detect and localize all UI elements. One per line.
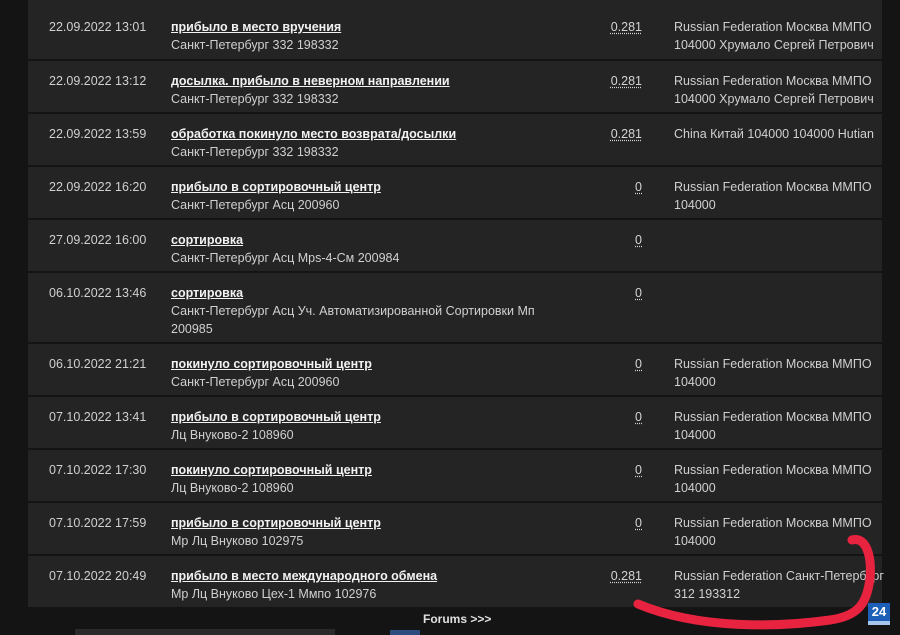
row-weight[interactable]: 0: [588, 514, 642, 532]
row-place: Санкт-Петербург 332 198332: [171, 38, 339, 52]
table-row: 22.09.2022 13:01 прибыло в место вручени…: [28, 0, 882, 61]
row-date: 07.10.2022 13:41: [49, 410, 147, 424]
row-status-link[interactable]: прибыло в сортировочный центр: [171, 178, 381, 196]
counter-badge[interactable]: 24: [868, 603, 890, 625]
row-weight[interactable]: 0: [588, 461, 642, 479]
table-row: 06.10.2022 21:21 покинуло сортировочный …: [28, 344, 882, 397]
table-row: 22.09.2022 13:12 досылка. прибыло в неве…: [28, 61, 882, 114]
row-destination: Russian Federation Москва ММПО 104000: [674, 180, 872, 212]
row-status-link[interactable]: обработка покинуло место возврата/досылк…: [171, 125, 456, 143]
row-destination: Russian Federation Москва ММПО 104000: [674, 463, 872, 495]
row-date: 22.09.2022 16:20: [49, 180, 147, 194]
row-destination: China Китай 104000 104000 Hutian: [674, 127, 874, 141]
row-status-cell: прибыло в сортировочный центр Мр Лц Внук…: [171, 514, 571, 550]
row-weight[interactable]: 0: [588, 355, 642, 373]
row-status-cell: покинуло сортировочный центр Санкт-Петер…: [171, 355, 571, 391]
row-place: Санкт-Петербург Асц 200960: [171, 375, 340, 389]
table-row: 22.09.2022 13:59 обработка покинуло мест…: [28, 114, 882, 167]
table-row: 22.09.2022 16:20 прибыло в сортировочный…: [28, 167, 882, 220]
row-destination: Russian Federation Москва ММПО 104000 Хр…: [674, 74, 874, 106]
row-status-cell: покинуло сортировочный центр Лц Внуково-…: [171, 461, 571, 497]
row-place: Лц Внуково-2 108960: [171, 481, 294, 495]
row-status-cell: обработка покинуло место возврата/досылк…: [171, 125, 571, 161]
row-status-cell: прибыло в место вручения Санкт-Петербург…: [171, 18, 571, 54]
table-row: 07.10.2022 17:59 прибыло в сортировочный…: [28, 503, 882, 556]
row-place: Санкт-Петербург Асц Уч. Автоматизированн…: [171, 304, 535, 336]
row-date: 07.10.2022 17:59: [49, 516, 147, 530]
row-place: Санкт-Петербург Асц Mps-4-См 200984: [171, 251, 400, 265]
row-status-cell: прибыло в сортировочный центр Санкт-Пете…: [171, 178, 571, 214]
row-date: 22.09.2022 13:59: [49, 127, 147, 141]
tracking-table: 22.09.2022 13:01 прибыло в место вручени…: [28, 0, 884, 609]
row-date: 22.09.2022 13:12: [49, 74, 147, 88]
row-place: Санкт-Петербург 332 198332: [171, 145, 339, 159]
table-row: 07.10.2022 17:30 покинуло сортировочный …: [28, 450, 882, 503]
row-weight[interactable]: 0: [588, 284, 642, 302]
row-status-link[interactable]: покинуло сортировочный центр: [171, 355, 372, 373]
row-date: 22.09.2022 13:01: [49, 20, 147, 34]
row-status-link[interactable]: сортировка: [171, 284, 243, 302]
row-destination: Russian Federation Санкт-Петербург 312 1…: [674, 569, 884, 601]
row-status-link[interactable]: покинуло сортировочный центр: [171, 461, 372, 479]
row-status-cell: досылка. прибыло в неверном направлении …: [171, 72, 571, 108]
forums-link[interactable]: Forums >>>: [423, 612, 491, 626]
row-date: 27.09.2022 16:00: [49, 233, 147, 247]
row-place: Мр Лц Внуково 102975: [171, 534, 304, 548]
table-row: 27.09.2022 16:00 сортировка Санкт-Петерб…: [28, 220, 882, 273]
row-weight[interactable]: 0: [588, 408, 642, 426]
row-destination: Russian Federation Москва ММПО 104000 Хр…: [674, 20, 874, 52]
row-weight[interactable]: 0.281: [588, 125, 642, 143]
row-date: 06.10.2022 21:21: [49, 357, 147, 371]
row-destination: Russian Federation Москва ММПО 104000: [674, 516, 872, 548]
row-status-link[interactable]: прибыло в сортировочный центр: [171, 514, 381, 532]
row-weight[interactable]: 0: [588, 231, 642, 249]
row-place: Санкт-Петербург Асц 200960: [171, 198, 340, 212]
row-place: Санкт-Петербург 332 198332: [171, 92, 339, 106]
row-status-cell: сортировка Санкт-Петербург Асц Mps-4-См …: [171, 231, 571, 267]
cropped-footer-text: [75, 629, 420, 635]
row-weight[interactable]: 0: [588, 178, 642, 196]
row-date: 06.10.2022 13:46: [49, 286, 147, 300]
table-row: 06.10.2022 13:46 сортировка Санкт-Петерб…: [28, 273, 882, 344]
row-weight[interactable]: 0.281: [588, 72, 642, 90]
row-status-link[interactable]: сортировка: [171, 231, 243, 249]
row-date: 07.10.2022 20:49: [49, 569, 147, 583]
row-status-link[interactable]: досылка. прибыло в неверном направлении: [171, 72, 450, 90]
row-status-link[interactable]: прибыло в сортировочный центр: [171, 408, 381, 426]
row-status-cell: сортировка Санкт-Петербург Асц Уч. Автом…: [171, 284, 571, 338]
table-row: 07.10.2022 20:49 прибыло в место междуна…: [28, 556, 884, 609]
row-status-cell: прибыло в сортировочный центр Лц Внуково…: [171, 408, 571, 444]
row-weight[interactable]: 0.281: [588, 18, 642, 36]
table-row: 07.10.2022 13:41 прибыло в сортировочный…: [28, 397, 882, 450]
row-date: 07.10.2022 17:30: [49, 463, 147, 477]
row-status-link[interactable]: прибыло в место вручения: [171, 18, 341, 36]
row-weight[interactable]: 0.281: [588, 567, 642, 585]
row-place: Лц Внуково-2 108960: [171, 428, 294, 442]
row-destination: Russian Federation Москва ММПО 104000: [674, 357, 872, 389]
row-destination: Russian Federation Москва ММПО 104000: [674, 410, 872, 442]
row-status-link[interactable]: прибыло в место международного обмена: [171, 567, 437, 585]
row-status-cell: прибыло в место международного обмена Мр…: [171, 567, 571, 603]
row-place: Мр Лц Внуково Цех-1 Ммпо 102976: [171, 587, 377, 601]
